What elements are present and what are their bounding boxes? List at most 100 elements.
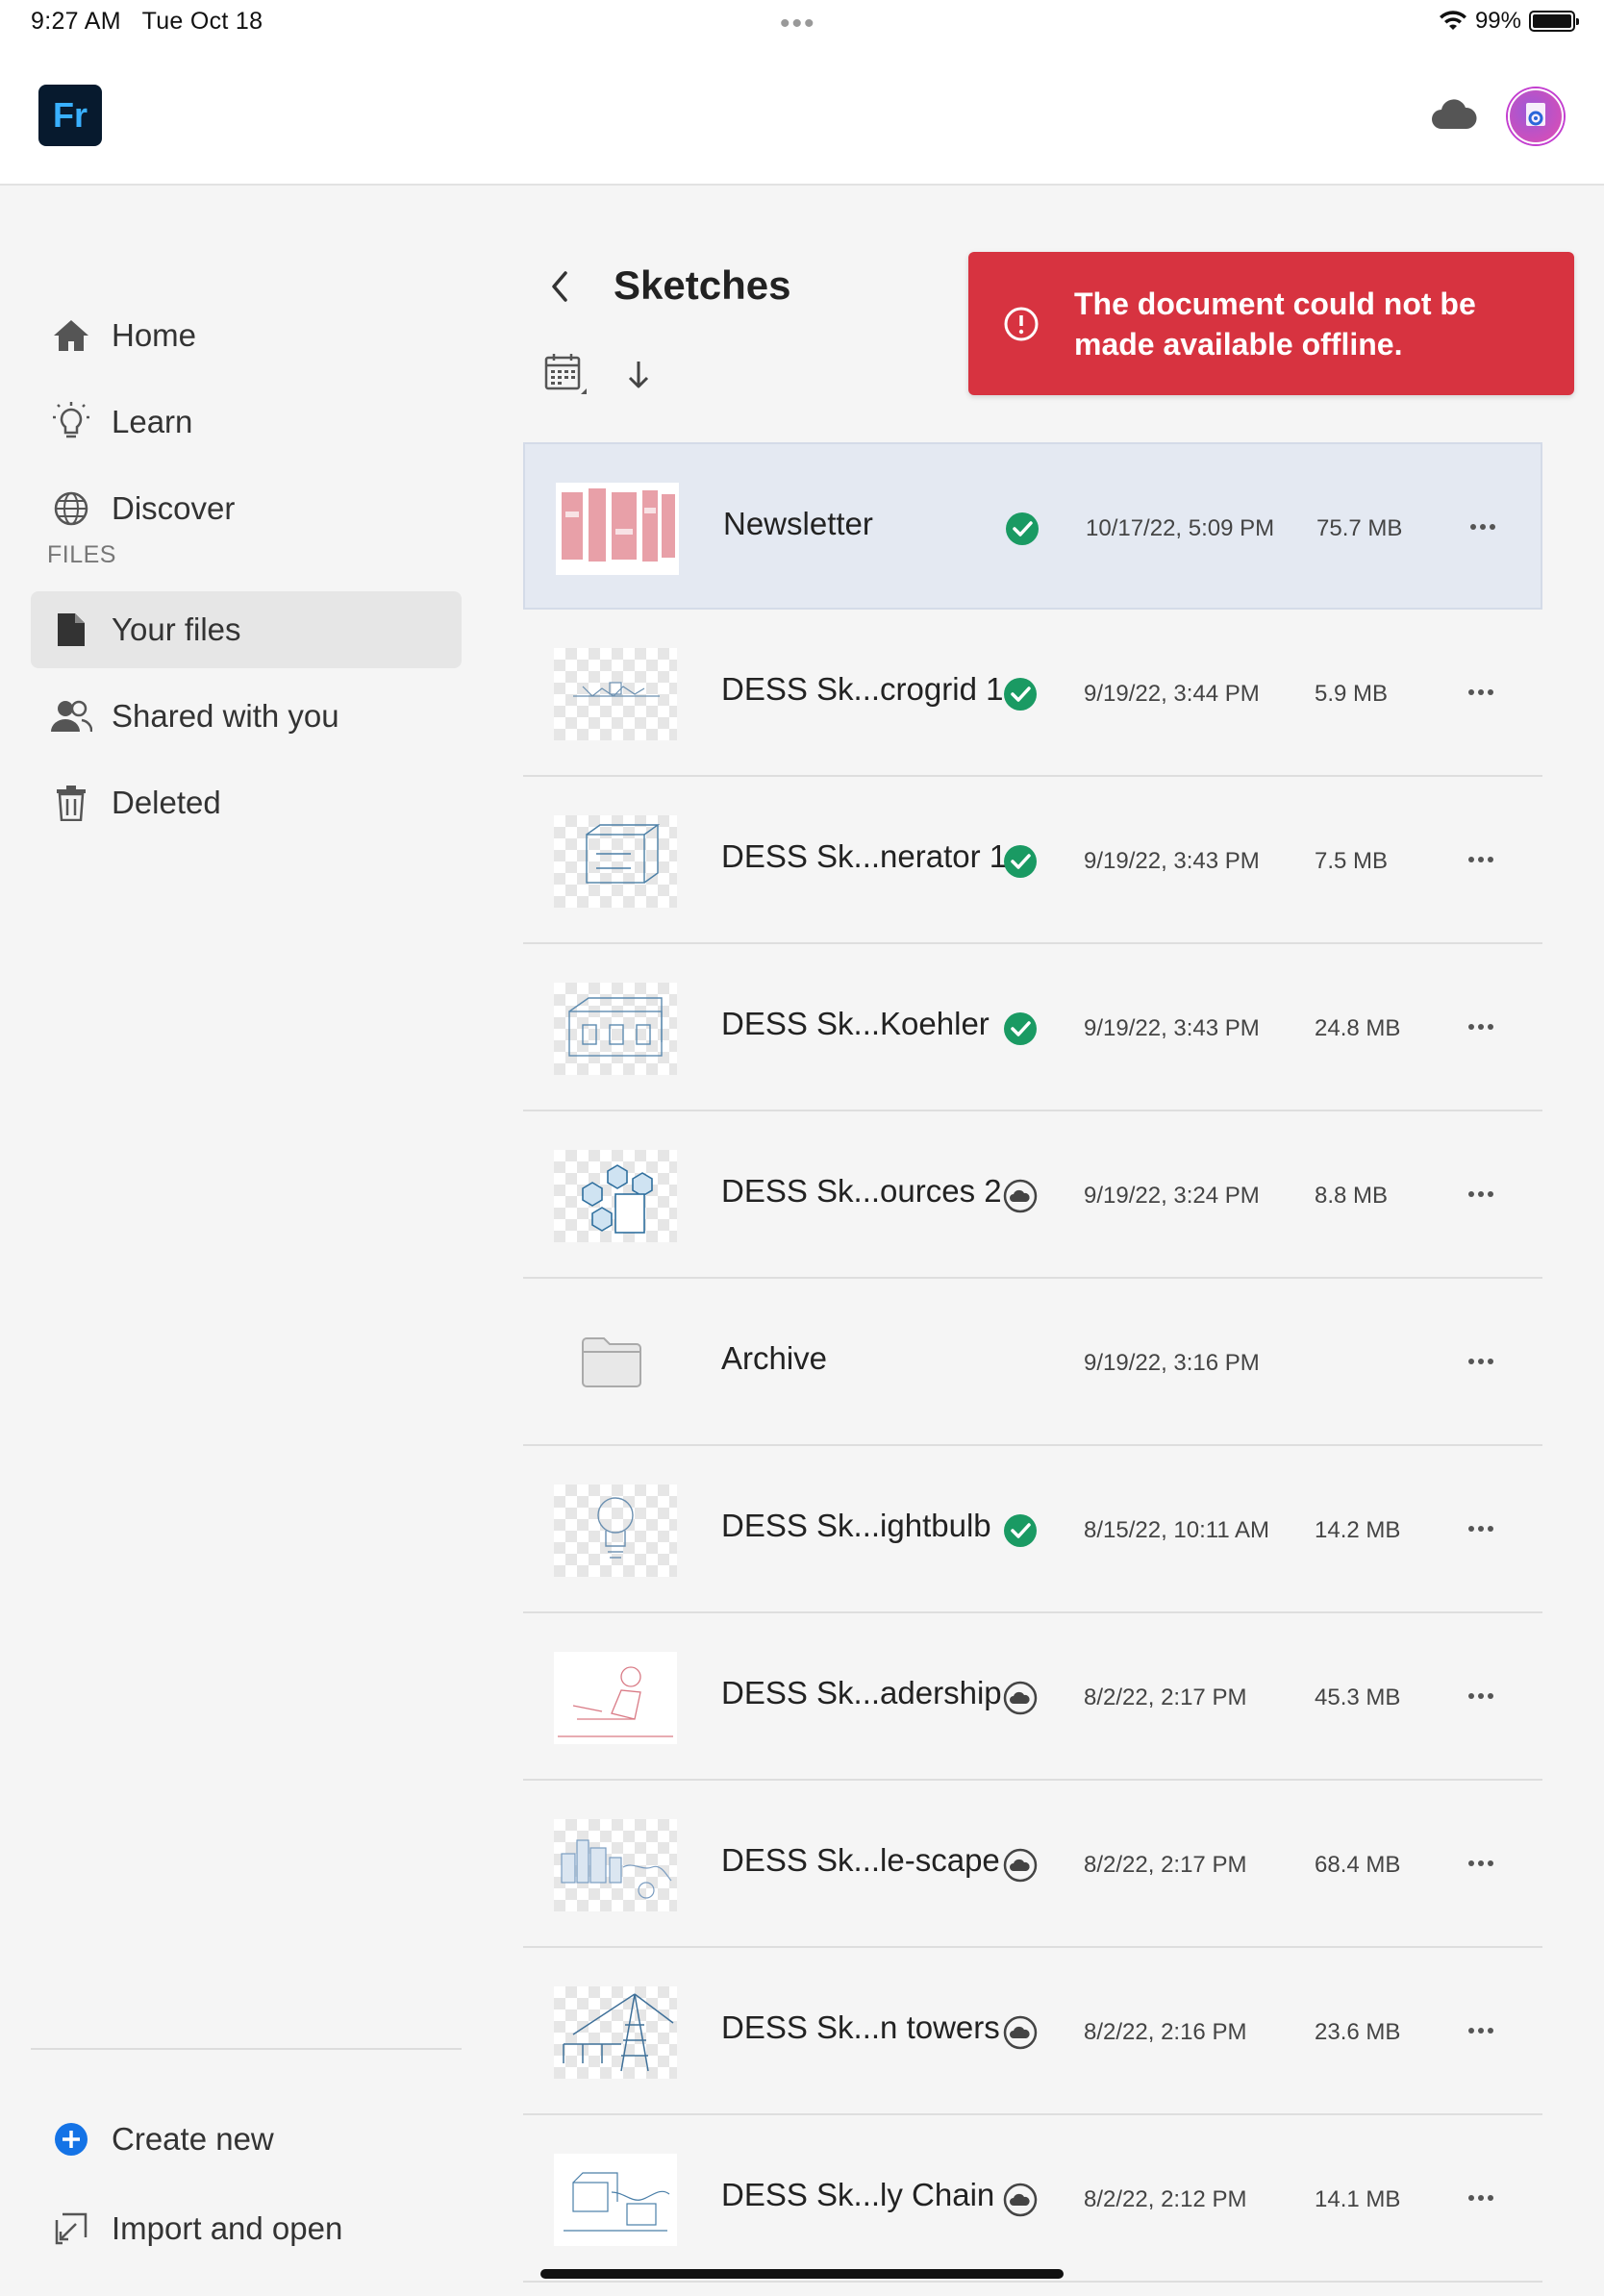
file-name: DESS Sk...n towers [721, 2009, 1000, 2045]
file-row[interactable]: DESS Sk...Koehler 9/19/22, 3:43 PM 24.8 … [523, 944, 1542, 1111]
sidebar-item-learn[interactable]: Learn [31, 384, 462, 461]
file-row[interactable]: DESS Sk...crogrid 1 9/19/22, 3:44 PM 5.9… [523, 610, 1542, 777]
file-name: DESS Sk...crogrid 1 [721, 671, 1004, 707]
error-toast: The document could not be made available… [968, 252, 1574, 395]
file-row[interactable]: DESS Sk...ly Chain 8/2/22, 2:12 PM 14.1 … [523, 2115, 1542, 2283]
file-row[interactable]: DESS Sk...le-scape 8/2/22, 2:17 PM 68.4 … [523, 1781, 1542, 1948]
file-date: 9/19/22, 3:24 PM [1084, 1183, 1260, 1209]
more-options-icon[interactable] [1460, 838, 1502, 881]
file-size: 5.9 MB [1315, 681, 1389, 707]
file-row[interactable]: DESS Sk...nerator 1 9/19/22, 3:43 PM 7.5… [523, 777, 1542, 944]
synced-check-icon [1004, 1012, 1037, 1045]
wifi-icon [1439, 11, 1466, 30]
more-options-icon[interactable] [1460, 1842, 1502, 1884]
file-date: 8/2/22, 2:12 PM [1084, 2186, 1247, 2212]
toast-message: The document could not be made available… [1074, 286, 1476, 362]
file-name: DESS Sk...ly Chain [721, 2177, 995, 2212]
more-options-icon[interactable] [1460, 1006, 1502, 1048]
file-date: 8/2/22, 2:16 PM [1084, 2019, 1247, 2045]
file-size: 75.7 MB [1316, 515, 1403, 541]
file-name: DESS Sk...ources 2 [721, 1173, 1002, 1209]
more-options-icon[interactable] [1460, 1340, 1502, 1383]
sidebar-item-discover[interactable]: Discover [31, 470, 462, 547]
file-size: 45.3 MB [1315, 1685, 1401, 1710]
synced-check-icon [1006, 512, 1039, 545]
sidebar-item-shared[interactable]: Shared with you [31, 678, 462, 755]
file-date: 9/19/22, 3:44 PM [1084, 681, 1260, 707]
cloud-status-icon [1003, 2015, 1038, 2050]
sidebar-item-create-new[interactable]: Create new [31, 2101, 462, 2178]
file-date: 8/2/22, 2:17 PM [1084, 1852, 1247, 1878]
file-row[interactable]: DESS Sk...n towers 8/2/22, 2:16 PM 23.6 … [523, 1948, 1542, 2115]
file-date: 10/17/22, 5:09 PM [1086, 515, 1275, 541]
more-options-icon[interactable] [1460, 2009, 1502, 2052]
file-date: 8/2/22, 2:17 PM [1084, 1685, 1247, 1710]
sidebar-item-your-files[interactable]: Your files [31, 591, 462, 668]
folder-row[interactable]: Archive 9/19/22, 3:16 PM [523, 1279, 1542, 1446]
app-logo[interactable]: Fr [38, 85, 102, 146]
file-name: DESS Sk...adership [721, 1675, 1002, 1710]
file-date: 9/19/22, 3:43 PM [1084, 1015, 1260, 1041]
folder-icon [582, 1337, 641, 1387]
sort-by-date-icon[interactable] [540, 350, 592, 402]
file-row[interactable]: Newsletter 10/17/22, 5:09 PM 75.7 MB [523, 442, 1542, 610]
sidebar-item-import-open[interactable]: Import and open [31, 2190, 462, 2267]
file-name: DESS Sk...nerator 1 [721, 838, 1008, 874]
more-options-icon[interactable] [1460, 2177, 1502, 2219]
cloud-status-icon [1003, 2183, 1038, 2217]
synced-check-icon [1004, 1514, 1037, 1547]
trash-icon [57, 786, 86, 821]
sidebar-item-label: Create new [112, 2121, 274, 2157]
file-date: 9/19/22, 3:16 PM [1084, 1350, 1260, 1376]
sidebar-item-label: Deleted [112, 785, 221, 820]
people-icon [51, 700, 92, 733]
status-time: 9:27 AM Tue Oct 18 [31, 8, 263, 35]
file-row[interactable]: DESS Sk...ightbulb 8/15/22, 10:11 AM 14.… [523, 1446, 1542, 1613]
file-name: DESS Sk...le-scape [721, 1842, 1000, 1878]
file-size: 7.5 MB [1315, 848, 1389, 874]
home-indicator[interactable] [540, 2269, 1064, 2279]
multitasking-dots-icon[interactable]: ••• [780, 8, 816, 40]
sidebar-item-label: Discover [112, 490, 236, 526]
sidebar-item-home[interactable]: Home [31, 297, 462, 374]
document-icon [58, 613, 85, 646]
file-thumbnail [556, 483, 679, 575]
import-icon [55, 2212, 88, 2245]
sidebar-item-deleted[interactable]: Deleted [31, 764, 462, 841]
file-row[interactable]: DESS Sk...ources 2 9/19/22, 3:24 PM 8.8 … [523, 1111, 1542, 1279]
lightbulb-icon [53, 402, 89, 438]
sidebar: Home Learn Discover FILES Your files Sha… [0, 187, 481, 2296]
app-header: Fr [0, 46, 1604, 186]
cloud-icon[interactable] [1430, 94, 1478, 137]
more-options-icon[interactable] [1460, 1675, 1502, 1717]
file-row[interactable]: DESS Sk...adership 8/2/22, 2:17 PM 45.3 … [523, 1613, 1542, 1781]
more-options-icon[interactable] [1460, 1173, 1502, 1215]
more-options-icon[interactable] [1460, 1508, 1502, 1550]
globe-icon [54, 491, 88, 526]
avatar-badge-icon [1526, 103, 1545, 126]
avatar[interactable] [1508, 88, 1564, 144]
cloud-status-icon [1003, 1848, 1038, 1883]
file-size: 68.4 MB [1315, 1852, 1401, 1878]
file-thumbnail [554, 1485, 677, 1577]
file-thumbnail [554, 648, 677, 740]
synced-check-icon [1004, 678, 1037, 711]
file-name: Archive [721, 1340, 828, 1376]
file-date: 9/19/22, 3:43 PM [1084, 848, 1260, 874]
more-options-icon[interactable] [1460, 671, 1502, 713]
status-indicators: 99% [1439, 8, 1579, 35]
file-thumbnail [554, 983, 677, 1075]
more-options-icon[interactable] [1462, 506, 1504, 548]
file-thumbnail [554, 2154, 677, 2246]
cloud-status-icon [1003, 1681, 1038, 1715]
file-thumbnail [554, 815, 677, 908]
page-title: Sketches [614, 262, 791, 308]
file-size: 23.6 MB [1315, 2019, 1401, 2045]
file-size: 8.8 MB [1315, 1183, 1389, 1209]
sidebar-item-label: Learn [112, 404, 193, 439]
synced-check-icon [1004, 845, 1037, 878]
file-size: 14.1 MB [1315, 2186, 1401, 2212]
file-name: DESS Sk...ightbulb [721, 1508, 991, 1543]
back-chevron-icon[interactable] [546, 267, 575, 306]
sort-direction-icon[interactable] [625, 358, 652, 392]
